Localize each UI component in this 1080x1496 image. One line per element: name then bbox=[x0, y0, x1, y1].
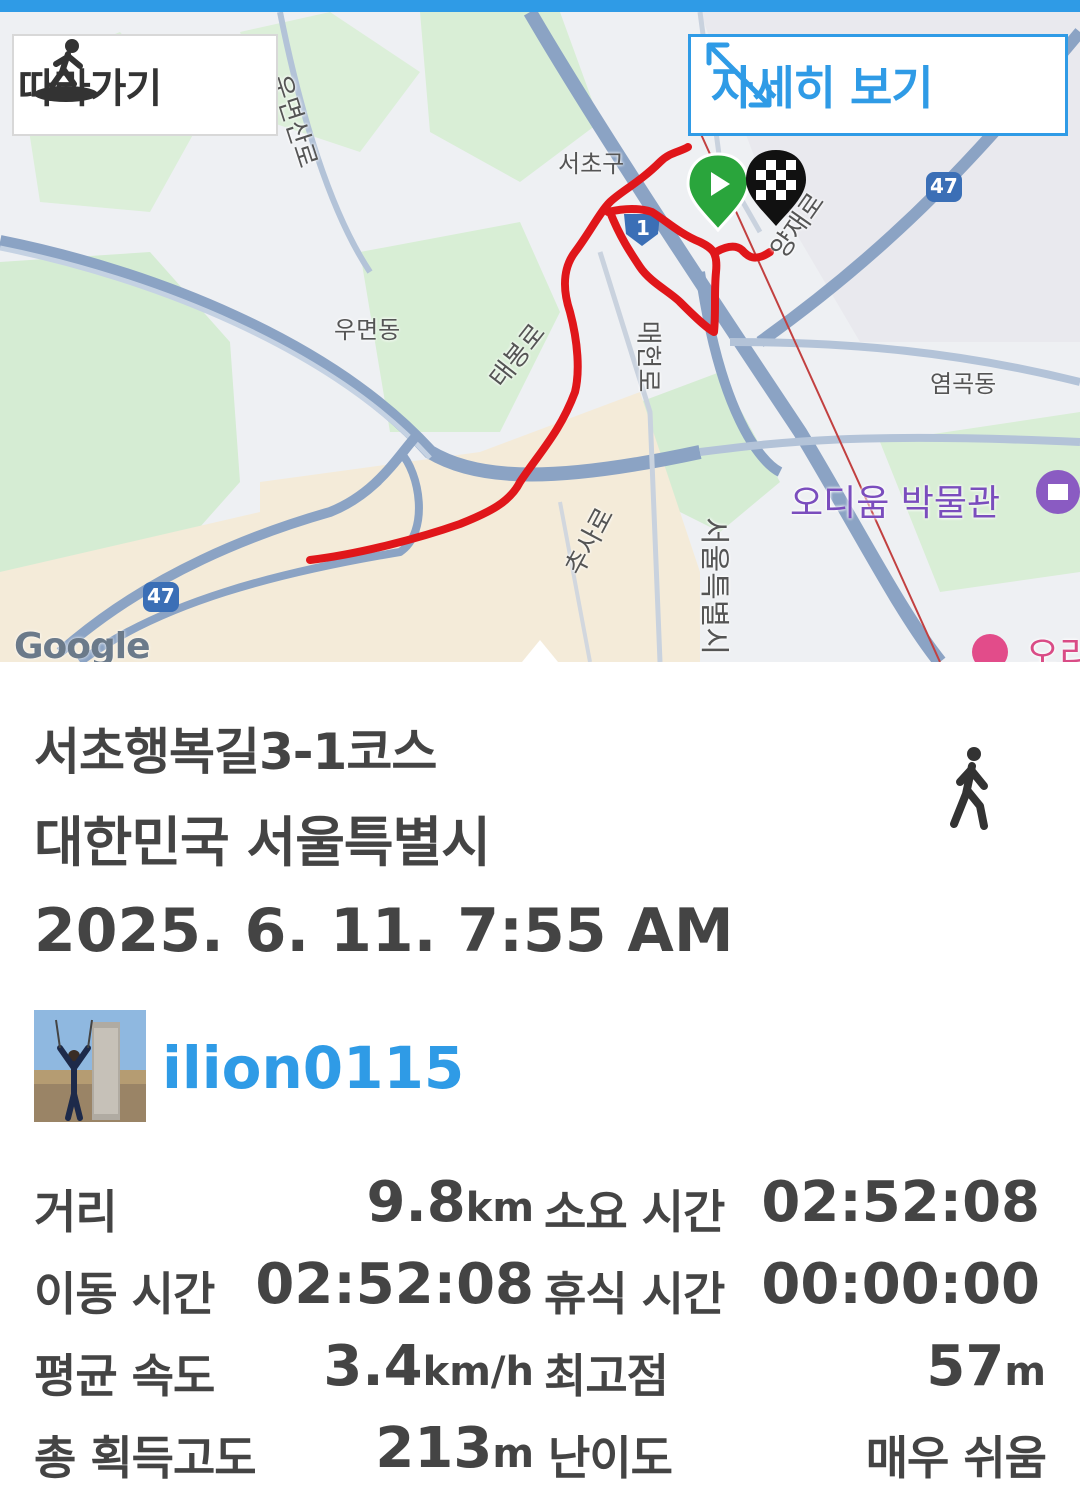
rest-time-label: 휴식 시간 bbox=[544, 1267, 725, 1321]
route-1-label: 1 bbox=[636, 216, 650, 240]
expand-arrows-icon bbox=[706, 42, 772, 108]
total-gain-value: 213 bbox=[375, 1416, 493, 1481]
view-details-button[interactable]: 자세히 보기 bbox=[688, 34, 1068, 136]
username-link[interactable]: ilion0115 bbox=[162, 1034, 464, 1102]
map-label-seoul-city: 서울특별시 bbox=[696, 517, 731, 655]
distance-value: 9.8 bbox=[366, 1170, 466, 1235]
track-region: 대한민국 서울특별시 bbox=[34, 811, 491, 874]
track-title: 서초행복길3-1코스 bbox=[34, 723, 437, 781]
route-47-label-b: 47 bbox=[930, 174, 958, 198]
map-label-umyeon-dong: 우면동 bbox=[334, 316, 401, 344]
route-map[interactable]: 서초구 우면동 염곡동 오디움 박물관 태봉로 매헌로 추사로 서울특별시 양재… bbox=[0, 12, 1080, 662]
user-avatar[interactable] bbox=[34, 1010, 146, 1122]
max-elevation-unit: m bbox=[1004, 1349, 1046, 1395]
max-elevation-value-group: 57m bbox=[800, 1334, 1046, 1399]
distance-label: 거리 bbox=[34, 1185, 118, 1239]
distance-value-group: 9.8km bbox=[300, 1170, 534, 1235]
map-label-odium-museum: 오디움 박물관 bbox=[790, 483, 1001, 524]
max-elevation-label: 최고점 bbox=[544, 1349, 669, 1403]
max-elevation-value: 57 bbox=[926, 1334, 1005, 1399]
rest-time-value: 00:00:00 bbox=[761, 1252, 1040, 1317]
difficulty-label: 난이도 bbox=[548, 1431, 673, 1485]
duration-value: 02:52:08 bbox=[761, 1170, 1040, 1235]
map-label-yeomgok-dong: 염곡동 bbox=[930, 370, 997, 398]
avg-speed-value-group: 3.4km/h bbox=[260, 1334, 534, 1399]
follow-button[interactable]: 따라가기 bbox=[12, 34, 278, 136]
track-date: 2025. 6. 11. 7:55 AM bbox=[34, 896, 734, 966]
follow-walker-icon bbox=[34, 39, 98, 102]
status-top-bar bbox=[0, 0, 1080, 12]
museum-poi-icon bbox=[1036, 470, 1080, 514]
duration-label: 소요 시간 bbox=[544, 1185, 725, 1239]
avatar-photo bbox=[34, 1010, 146, 1122]
map-label-maeheonro: 매헌로 bbox=[632, 320, 663, 393]
total-gain-label: 총 획득고도 bbox=[34, 1431, 257, 1485]
distance-unit: km bbox=[465, 1185, 534, 1231]
moving-time-label: 이동 시간 bbox=[34, 1267, 215, 1321]
total-gain-value-group: 213m bbox=[300, 1416, 534, 1481]
walking-person-icon bbox=[950, 747, 988, 830]
avg-speed-value: 3.4 bbox=[323, 1334, 423, 1399]
difficulty-value: 매우 쉬움 bbox=[865, 1431, 1047, 1485]
total-gain-unit: m bbox=[492, 1431, 534, 1477]
google-logo: Google bbox=[14, 626, 151, 662]
avg-speed-label: 평균 속도 bbox=[34, 1349, 215, 1403]
map-label-ori-partial: 오리 bbox=[1026, 635, 1080, 662]
route-47-label-a: 47 bbox=[147, 584, 175, 608]
map-callout-pointer bbox=[522, 640, 558, 662]
map-label-seocho-gu: 서초구 bbox=[558, 150, 625, 178]
avg-speed-unit: km/h bbox=[422, 1349, 534, 1395]
moving-time-value: 02:52:08 bbox=[255, 1252, 534, 1317]
